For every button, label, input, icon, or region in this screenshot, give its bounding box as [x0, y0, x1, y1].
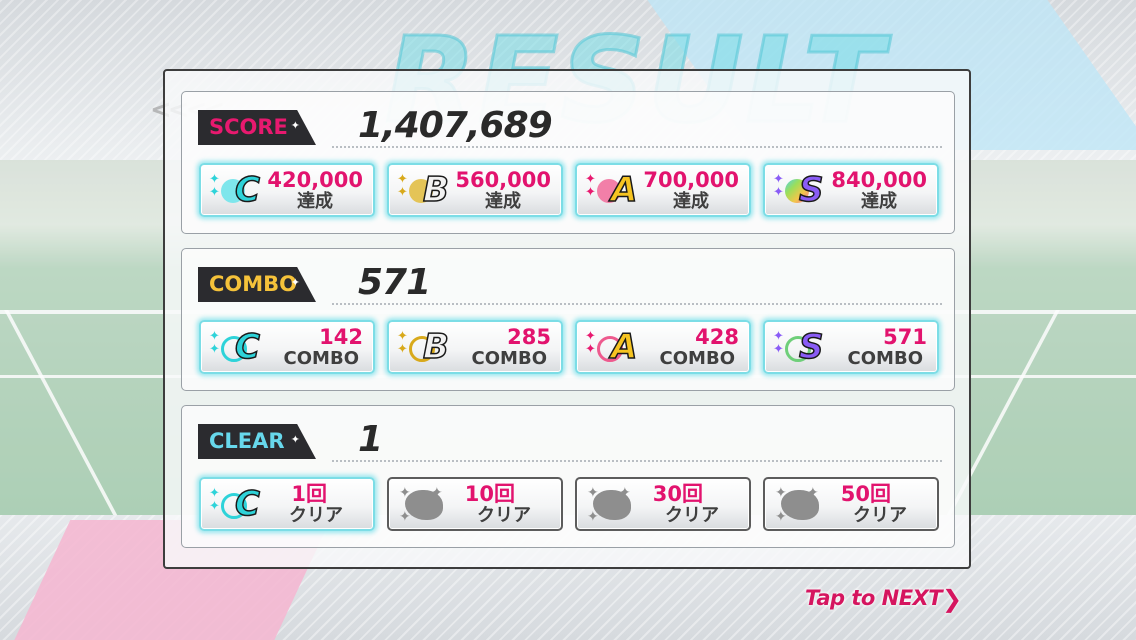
clear-10-tile-locked: ✦ ✦ ✦ 10回 クリア [387, 477, 563, 531]
rank-a-badge-icon: ✦ ✦ A [585, 169, 638, 211]
locked-badge-icon: ✦ ✦ ✦ [587, 485, 631, 525]
score-rank-c-tile: ✦ ✦ C 420,000 達成 [199, 163, 375, 217]
tap-to-next-button[interactable]: Tap to NEXT [805, 586, 943, 610]
rank-s-racket-badge-icon: ✦ ✦ S [773, 326, 824, 368]
combo-rank-b-tile: ✦ ✦ B 285 COMBO [387, 320, 563, 374]
combo-section: COMBO ✦ 571 ✦ ✦ C 142 COMBO ✦ ✦ B 285 COMBO… [181, 248, 955, 391]
rank-b-badge-icon: ✦ ✦ B [397, 169, 450, 211]
rank-b-racket-badge-icon: ✦ ✦ B [397, 326, 450, 368]
rank-s-badge-icon: ✦ ✦ S [773, 169, 824, 211]
divider [332, 460, 942, 462]
rank-c-clear-badge-icon: ✦ ✦ C [209, 483, 261, 525]
locked-badge-icon: ✦ ✦ ✦ [775, 485, 819, 525]
combo-rank-a-tile: ✦ ✦ A 428 COMBO [575, 320, 751, 374]
score-section: SCORE ✦ 1,407,689 ✦ ✦ C 420,000 達成 ✦ ✦ B 56… [181, 91, 955, 234]
rank-c-racket-badge-icon: ✦ ✦ C [209, 326, 261, 368]
clear-section: CLEAR ✦ 1 ✦ ✦ C 1回 クリア ✦ ✦ ✦ 10回 クリア ✦ ✦… [181, 405, 955, 548]
score-rank-s-tile: ✦ ✦ S 840,000 達成 [763, 163, 939, 217]
clear-value: 1 [358, 419, 383, 460]
score-rank-b-tile: ✦ ✦ B 560,000 達成 [387, 163, 563, 217]
score-value: 1,407,689 [358, 105, 553, 146]
chevron-right-icon[interactable]: ❯ [942, 584, 970, 614]
clear-30-tile-locked: ✦ ✦ ✦ 30回 クリア [575, 477, 751, 531]
clear-label: CLEAR ✦ [198, 424, 316, 459]
result-panel: SCORE ✦ 1,407,689 ✦ ✦ C 420,000 達成 ✦ ✦ B 56… [163, 69, 971, 569]
combo-label: COMBO ✦ [198, 267, 316, 302]
divider [332, 303, 942, 305]
clear-rank-c-tile: ✦ ✦ C 1回 クリア [199, 477, 375, 531]
score-label: SCORE ✦ [198, 110, 316, 145]
score-rank-a-tile: ✦ ✦ A 700,000 達成 [575, 163, 751, 217]
combo-rank-s-tile: ✦ ✦ S 571 COMBO [763, 320, 939, 374]
combo-rank-c-tile: ✦ ✦ C 142 COMBO [199, 320, 375, 374]
clear-50-tile-locked: ✦ ✦ ✦ 50回 クリア [763, 477, 939, 531]
locked-badge-icon: ✦ ✦ ✦ [399, 485, 443, 525]
rank-a-racket-badge-icon: ✦ ✦ A [585, 326, 638, 368]
combo-value: 571 [358, 262, 431, 303]
divider [332, 146, 942, 148]
rank-c-badge-icon: ✦ ✦ C [209, 169, 261, 211]
